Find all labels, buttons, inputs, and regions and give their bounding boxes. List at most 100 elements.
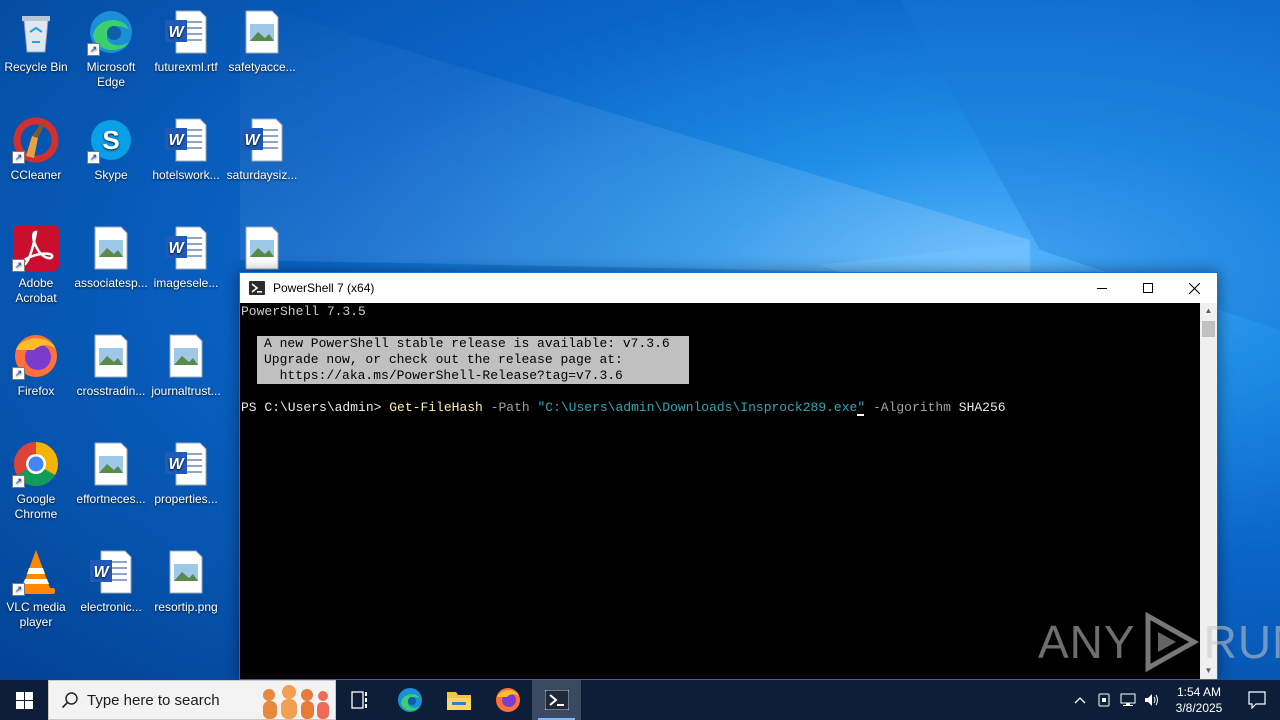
taskbar-search-box[interactable]: Type here to search (48, 680, 336, 720)
quote-end: " (857, 400, 866, 416)
desktop-icon[interactable]: associatesp... (73, 224, 149, 291)
image-file-icon (162, 332, 210, 380)
svg-text:W: W (168, 132, 185, 149)
svg-text:W: W (168, 240, 185, 257)
image-file-icon (87, 332, 135, 380)
powershell-icon (544, 690, 569, 710)
minimize-button[interactable] (1079, 273, 1125, 303)
clock-time: 1:54 AM (1176, 685, 1222, 699)
maximize-button[interactable] (1125, 273, 1171, 303)
notice-line: Upgrade now, or check out the release pa… (264, 352, 623, 367)
text-cursor (857, 414, 865, 416)
desktop-icon[interactable]: ↗ CCleaner (0, 116, 74, 183)
desktop-icon[interactable]: Wproperties... (148, 440, 224, 507)
image-file-icon (238, 224, 286, 272)
vlc-icon: ↗ (12, 548, 60, 596)
tray-volume-button[interactable] (1140, 680, 1164, 720)
word-doc-icon: W (238, 116, 286, 164)
command-name: Get-FileHash (389, 400, 483, 415)
word-doc-icon: W (162, 440, 210, 488)
notice-line: A new PowerShell stable release is avail… (264, 336, 670, 351)
notification-icon (1248, 691, 1266, 709)
shortcut-arrow-icon: ↗ (87, 43, 100, 56)
shortcut-arrow-icon: ↗ (12, 151, 25, 164)
desktop-icon-label: saturdaysiz... (226, 168, 298, 182)
desktop-icon[interactable]: Recycle Bin (0, 8, 74, 75)
desktop-icon[interactable]: Whotelswork... (148, 116, 224, 183)
tray-overflow-button[interactable] (1068, 680, 1092, 720)
search-highlight-art-icon (263, 685, 329, 719)
desktop-icon[interactable]: S ↗ Skype (73, 116, 149, 183)
desktop-icon[interactable]: ↗ Firefox (0, 332, 74, 399)
tray-device-button[interactable] (1092, 680, 1116, 720)
window-title: PowerShell 7 (x64) (273, 281, 375, 295)
desktop-icon[interactable]: resortip.png (148, 548, 224, 615)
taskbar-edge[interactable] (385, 680, 434, 720)
desktop-icon[interactable]: safetyacce... (224, 8, 300, 75)
task-view-button[interactable] (336, 680, 385, 720)
path-value: "C:\Users\admin\Downloads\Insprock289.ex… (537, 400, 858, 415)
desktop-icon[interactable]: crosstradin... (73, 332, 149, 399)
word-doc-icon: W (87, 548, 135, 596)
taskbar-firefox[interactable] (483, 680, 532, 720)
desktop-icon[interactable]: Wimagesele... (148, 224, 224, 291)
acrobat-icon: ↗ (12, 224, 60, 272)
desktop-icon-label: Firefox (17, 384, 55, 398)
watermark-right: RUN (1203, 616, 1280, 668)
play-logo-icon (1145, 611, 1199, 673)
desktop-icon[interactable]: journaltrust... (148, 332, 224, 399)
desktop-icon-label: hotelswork... (152, 168, 220, 182)
taskbar-clock[interactable]: 1:54 AM 3/8/2025 (1164, 684, 1234, 716)
tray-network-button[interactable] (1116, 680, 1140, 720)
window-titlebar[interactable]: PowerShell 7 (x64) (240, 273, 1217, 303)
desktop-icon[interactable]: Welectronic... (73, 548, 149, 615)
anyrun-watermark: ANY RUN (1038, 610, 1280, 674)
search-icon (61, 692, 78, 709)
desktop-icon[interactable]: ↗ Google Chrome (0, 440, 74, 522)
search-placeholder: Type here to search (87, 691, 220, 709)
device-icon (1098, 693, 1110, 707)
update-notice: A new PowerShell stable release is avail… (257, 336, 689, 384)
desktop-icon-label: safetyacce... (228, 60, 296, 74)
shortcut-arrow-icon: ↗ (12, 583, 25, 596)
desktop-icon[interactable]: ↗ VLC media player (0, 548, 74, 630)
svg-text:W: W (168, 24, 185, 41)
powershell-icon (249, 281, 265, 295)
watermark-left: ANY (1038, 616, 1136, 668)
desktop-icon-label: Google Chrome (14, 492, 58, 521)
desktop-icon-label: imagesele... (153, 276, 219, 290)
version-line: PowerShell 7.3.5 (241, 304, 366, 319)
shortcut-arrow-icon: ↗ (12, 367, 25, 380)
svg-text:S: S (102, 125, 119, 155)
desktop-icon[interactable]: Wfuturexml.rtf (148, 8, 224, 75)
desktop-icon[interactable]: effortneces... (73, 440, 149, 507)
desktop-icon[interactable]: ↗ Adobe Acrobat (0, 224, 74, 306)
desktop-icon-label: crosstradin... (76, 384, 146, 398)
desktop-icon[interactable]: Wsaturdaysiz... (224, 116, 300, 183)
desktop-icon-label: effortneces... (76, 492, 146, 506)
desktop-icon-label: associatesp... (74, 276, 148, 290)
algorithm-value: SHA256 (958, 400, 1006, 415)
desktop-icon-label: Skype (94, 168, 128, 182)
svg-text:W: W (168, 456, 185, 473)
desktop-icon-label: Recycle Bin (4, 60, 68, 74)
skype-icon: S ↗ (87, 116, 135, 164)
word-doc-icon: W (162, 116, 210, 164)
edge-icon (397, 688, 422, 712)
chevron-up-icon (1074, 697, 1086, 704)
desktop-icon-label: journaltrust... (151, 384, 221, 398)
scrollbar-thumb[interactable] (1202, 321, 1215, 337)
close-button[interactable] (1171, 273, 1217, 303)
command-line[interactable]: PS C:\Users\admin> Get-FileHash -Path "C… (241, 400, 1006, 416)
task-view-icon (350, 691, 367, 709)
desktop-icon-label: resortip.png (154, 600, 218, 614)
taskbar-powershell[interactable] (532, 680, 581, 720)
shortcut-arrow-icon: ↗ (12, 475, 25, 488)
start-button[interactable] (0, 680, 48, 720)
desktop-icon[interactable]: ↗ Microsoft Edge (73, 8, 149, 90)
scroll-up-icon[interactable]: ▲ (1200, 303, 1217, 319)
taskbar-file-explorer[interactable] (434, 680, 483, 720)
network-icon (1120, 693, 1136, 706)
action-center-button[interactable] (1234, 680, 1280, 720)
notice-line: https://aka.ms/PowerShell-Release?tag=v7… (264, 368, 623, 383)
